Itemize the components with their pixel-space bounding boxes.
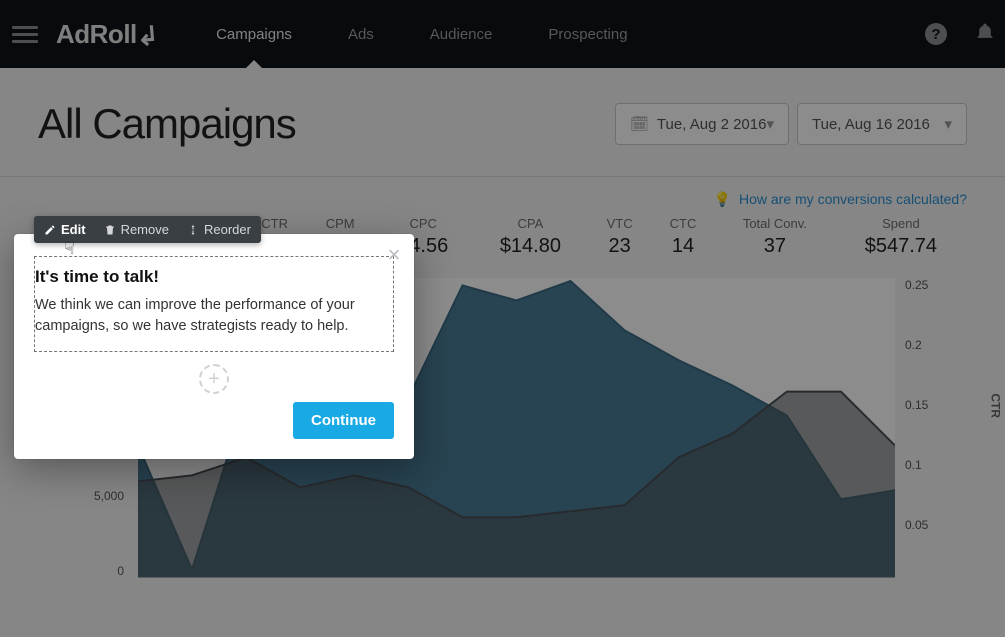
onboarding-popover: Edit Remove Reorder ☟ × It's time to tal… xyxy=(14,234,414,459)
remove-button[interactable]: Remove xyxy=(104,222,169,237)
edit-button[interactable]: Edit xyxy=(44,222,86,237)
popover-title: It's time to talk! xyxy=(35,267,383,287)
continue-button[interactable]: Continue xyxy=(293,402,394,439)
reorder-button[interactable]: Reorder xyxy=(187,222,251,237)
popover-text: We think we can improve the performance … xyxy=(35,295,383,337)
cursor-icon: ☟ xyxy=(64,238,75,259)
popover-add-row: + xyxy=(14,364,414,394)
popover-body: It's time to talk! We think we can impro… xyxy=(34,256,394,352)
add-step-button[interactable]: + xyxy=(199,364,229,394)
close-icon[interactable]: × xyxy=(382,244,406,268)
